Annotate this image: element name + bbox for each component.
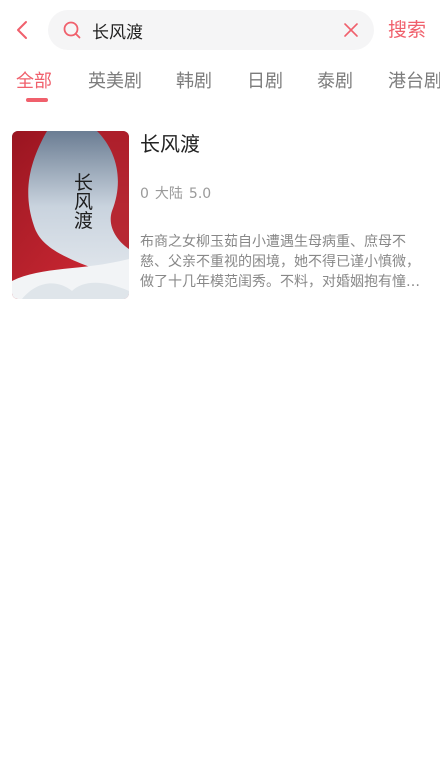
tab-japanese[interactable]: 日剧 — [247, 68, 283, 96]
search-button[interactable]: 搜索 — [388, 14, 426, 46]
search-icon — [63, 21, 81, 39]
back-button[interactable] — [8, 14, 36, 46]
tab-hk-tw[interactable]: 港台剧 — [388, 68, 440, 96]
tab-us-uk[interactable]: 英美剧 — [88, 68, 142, 96]
close-icon[interactable] — [342, 21, 360, 39]
result-region: 大陆 — [154, 186, 183, 202]
chevron-left-icon — [17, 21, 27, 39]
poster-title-text: 长风渡 — [71, 172, 93, 229]
tab-korean[interactable]: 韩剧 — [176, 68, 212, 96]
result-description: 布商之女柳玉茹自小遭遇生母病重、庶母不慈、父亲不重视的困境，她不得已谨小慎微，做… — [140, 234, 420, 290]
search-input[interactable] — [92, 10, 332, 50]
result-rating: 5.0 — [188, 186, 212, 202]
result-title[interactable]: 长风渡 — [140, 130, 200, 158]
poster-artwork: 长风渡 — [12, 131, 129, 299]
search-box[interactable] — [48, 10, 374, 50]
result-meta: 0 大陆 5.0 — [140, 184, 211, 204]
result-item[interactable]: 长风渡 长风渡 0 大陆 5.0 布商之女柳玉茹自小遭遇生母病重、庶母不慈、父亲… — [0, 120, 440, 310]
result-count: 0 — [140, 186, 149, 202]
category-tabs: 全部 英美剧 韩剧 日剧 泰剧 港台剧 — [0, 60, 440, 108]
tab-all[interactable]: 全部 — [16, 68, 52, 96]
poster-image[interactable]: 长风渡 — [12, 131, 129, 299]
top-bar: 搜索 — [0, 0, 440, 60]
tab-thai[interactable]: 泰剧 — [317, 68, 353, 96]
tab-active-indicator — [26, 98, 48, 102]
